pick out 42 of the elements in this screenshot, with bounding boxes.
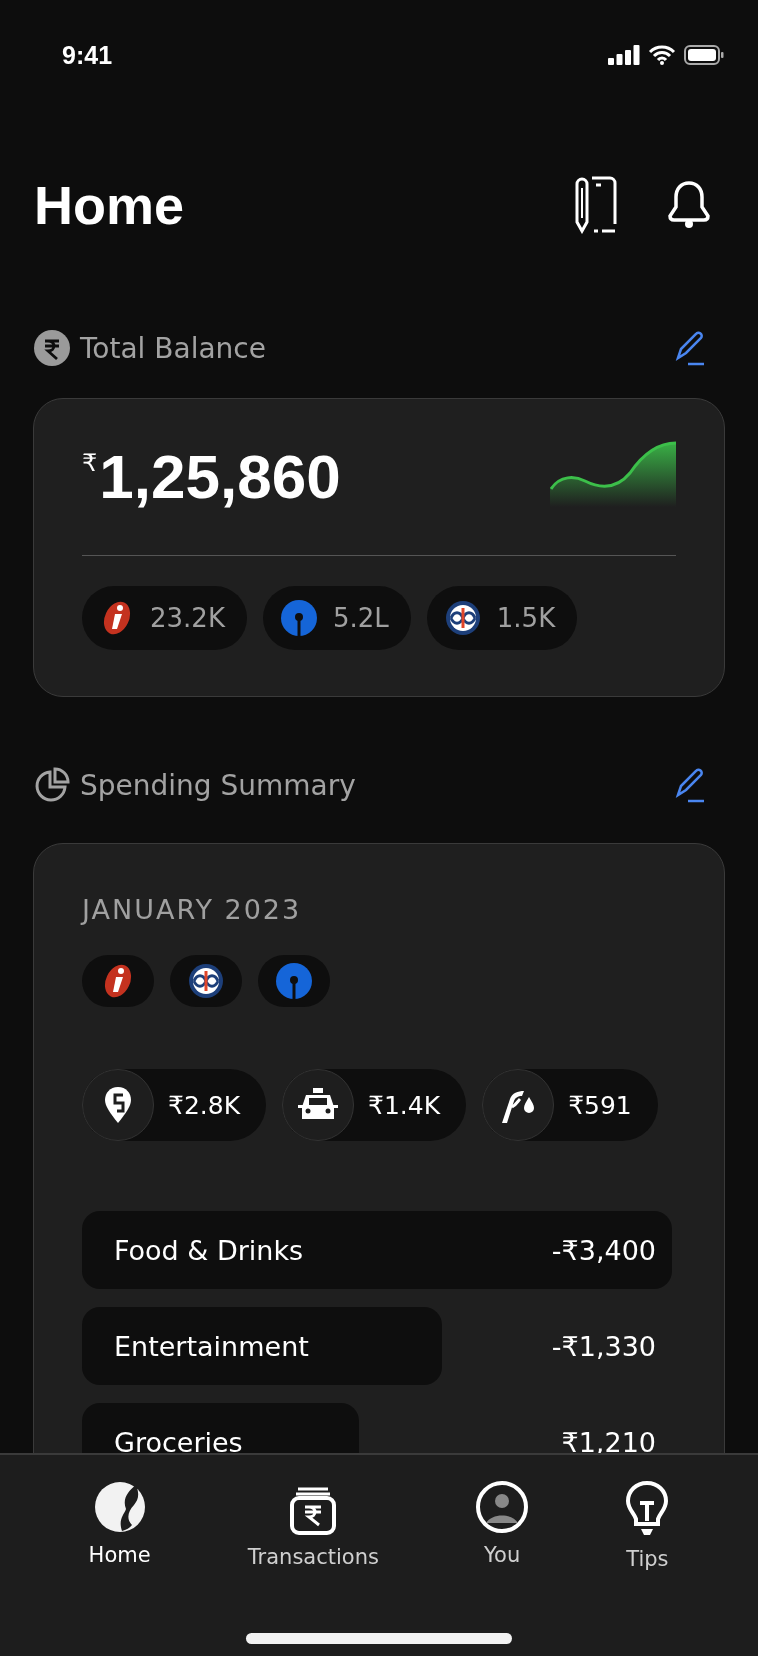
currency-symbol: ₹ xyxy=(82,449,98,477)
wifi-icon xyxy=(648,45,676,65)
bank-logo-icon xyxy=(276,963,312,999)
home-logo-icon xyxy=(93,1481,146,1533)
pencil-phone-icon[interactable] xyxy=(574,176,620,234)
lightbulb-icon xyxy=(625,1481,670,1537)
status-time: 9:41 xyxy=(62,40,113,70)
edit-icon[interactable] xyxy=(674,767,706,803)
account-chip[interactable]: 5.2L xyxy=(262,586,411,650)
tab-bar-item[interactable]: You xyxy=(476,1481,529,1591)
bank-filter-chip[interactable] xyxy=(82,955,154,1007)
pie-chart-icon xyxy=(34,767,70,803)
month-label: JANUARY 2023 xyxy=(82,894,303,925)
battery-icon xyxy=(684,45,724,65)
account-chip[interactable]: 23.2K xyxy=(82,586,247,650)
merchant-chip[interactable]: ₹2.8K xyxy=(82,1069,267,1141)
edit-icon[interactable] xyxy=(674,330,706,366)
tab-bar-item[interactable]: Transactions xyxy=(247,1481,379,1591)
category-name: Food & Drinks xyxy=(114,1234,304,1266)
tab-bar-item[interactable]: Tips xyxy=(625,1481,670,1591)
category-name: Entertainment xyxy=(114,1330,309,1362)
tab-bar-item[interactable]: Home xyxy=(88,1481,151,1591)
signal-icon xyxy=(608,45,640,65)
account-chip[interactable]: 1.5K xyxy=(426,586,578,650)
section-title: Total Balance xyxy=(80,331,266,365)
category-amount: -₹3,400 xyxy=(551,1234,656,1266)
category-name: Groceries xyxy=(114,1426,243,1458)
page-title: Home xyxy=(34,174,185,236)
merchant-chip[interactable]: ₹1.4K xyxy=(282,1069,467,1141)
balance-amount: 1,25,860 xyxy=(99,441,341,513)
bank-logo-icon xyxy=(188,963,224,999)
category-amount: -₹1,330 xyxy=(551,1330,656,1362)
map-pin-icon xyxy=(104,1086,132,1124)
section-title: Spending Summary xyxy=(80,768,356,802)
notification-bell-icon[interactable] xyxy=(668,180,710,230)
merchant-chip[interactable]: ₹591 xyxy=(482,1069,658,1141)
rupee-circle-icon xyxy=(34,330,70,366)
bank-logo-icon xyxy=(280,600,317,636)
category-amount: ₹1,210 xyxy=(561,1426,656,1458)
profile-icon xyxy=(476,1481,529,1533)
bank-filter-chip[interactable] xyxy=(170,955,242,1007)
bank-logo-icon xyxy=(444,600,481,636)
